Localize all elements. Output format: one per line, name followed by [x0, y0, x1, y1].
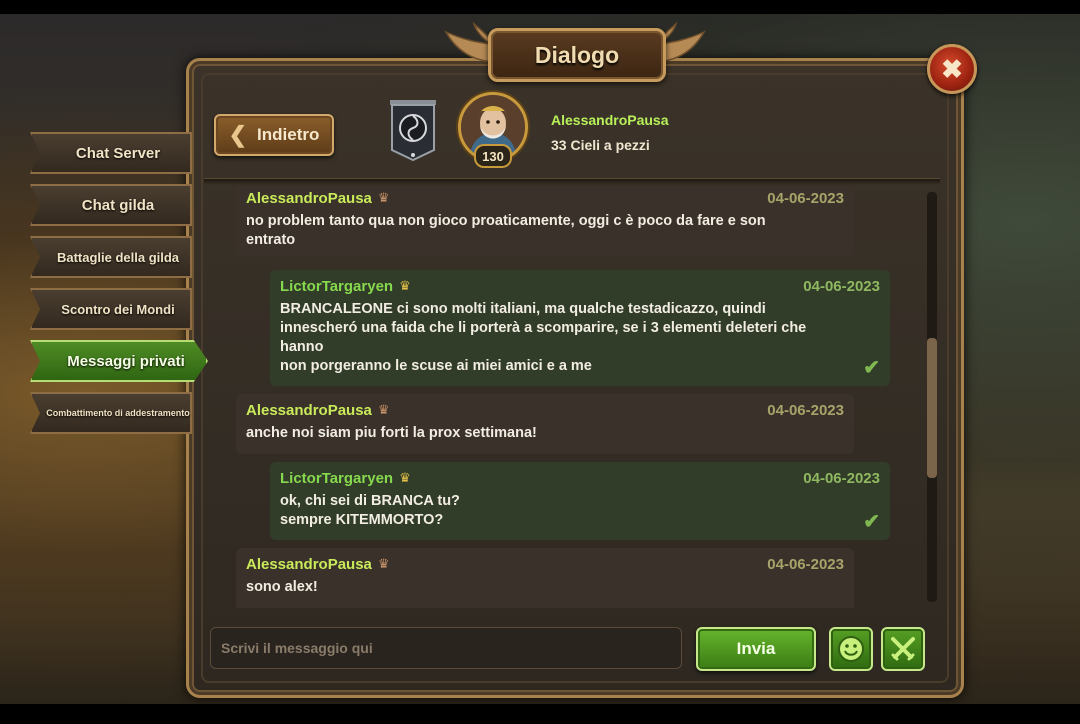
dialog-title: Dialogo — [534, 41, 620, 68]
send-button-label: Invia — [736, 639, 776, 658]
message-text: sono alex! — [246, 579, 318, 595]
tab-chat-server[interactable]: Chat Server — [30, 132, 192, 174]
checkmark-read-icon: ✔ — [863, 511, 880, 533]
tab-battaglie-della-gilda[interactable]: Battaglie della gilda — [30, 236, 192, 278]
message-date: 04-06-2023 — [767, 556, 844, 573]
message-text: no problem tanto qua non gioco proaticam… — [246, 213, 766, 248]
message-date: 04-06-2023 — [803, 470, 880, 487]
message-list[interactable]: AlessandroPausa ♛ 04-06-2023 no problem t… — [200, 186, 922, 608]
emoji-button[interactable] — [829, 627, 873, 671]
tab-label: Battaglie della gilda — [56, 249, 180, 265]
message-author[interactable]: LictorTargaryen — [280, 470, 393, 487]
tab-label: Chat Server — [75, 144, 161, 162]
message-item: AlessandroPausa ♛ 04-06-2023 anche noi si… — [236, 394, 854, 454]
message-item: AlessandroPausa ♛ 04-06-2023 no problem t… — [236, 186, 854, 256]
guild-banner-icon — [390, 100, 436, 162]
crown-icon: ♛ — [399, 278, 411, 293]
crown-icon: ♛ — [399, 470, 411, 485]
crown-icon: ♛ — [377, 190, 390, 205]
send-button[interactable]: Invia — [696, 627, 816, 671]
crossed-swords-icon — [891, 637, 915, 661]
tab-label: Combattimento di addestramento — [46, 408, 190, 418]
crown-icon: ♛ — [377, 556, 390, 571]
crown-icon: ♛ — [377, 402, 390, 417]
message-item: LictorTargaryen ♛ 04-06-2023 ok, chi sei … — [270, 462, 890, 540]
player-guild-name: 33 Cieli a pezzi — [551, 137, 650, 153]
close-button[interactable]: ✖ — [927, 44, 977, 94]
player-name[interactable]: AlessandroPausa — [551, 112, 669, 128]
tab-combattimento-di-addestramento[interactable]: Combattimento di addestramento — [30, 392, 192, 434]
message-item: AlessandroPausa ♛ 04-06-2023 sono alex! — [236, 548, 854, 608]
battle-share-button[interactable] — [881, 627, 925, 671]
message-item: LictorTargaryen ♛ 04-06-2023 BRANCALEONE … — [270, 270, 890, 386]
message-text: ok, chi sei di BRANCA tu? sempre KITEMMO… — [280, 493, 460, 528]
message-author[interactable]: AlessandroPausa — [246, 402, 372, 419]
tab-scontro-dei-mondi[interactable]: Scontro dei Mondi — [30, 288, 192, 330]
smiley-icon — [838, 636, 864, 662]
message-author[interactable]: LictorTargaryen — [280, 278, 393, 295]
chevron-left-icon: ❮ — [228, 122, 248, 147]
tab-label: Messaggi privati — [67, 352, 185, 370]
message-text: BRANCALEONE ci sono molti italiani, ma q… — [280, 301, 807, 374]
back-button[interactable]: ❮ Indietro — [214, 114, 334, 156]
message-author[interactable]: AlessandroPausa — [246, 556, 372, 573]
tab-chat-gilda[interactable]: Chat gilda — [30, 184, 192, 226]
player-level-badge: 130 — [474, 144, 512, 168]
title-plaque: Dialogo — [488, 28, 666, 82]
checkmark-read-icon: ✔ — [863, 357, 880, 379]
message-date: 04-06-2023 — [767, 190, 844, 207]
tab-label: Scontro dei Mondi — [61, 301, 175, 317]
message-date: 04-06-2023 — [803, 278, 880, 295]
tab-label: Chat gilda — [81, 196, 155, 214]
tab-messaggi-privati[interactable]: Messaggi privati — [30, 340, 208, 382]
close-icon: ✖ — [941, 53, 963, 84]
message-date: 04-06-2023 — [767, 402, 844, 419]
message-author[interactable]: AlessandroPausa — [246, 190, 372, 207]
scrollbar-thumb[interactable] — [927, 338, 937, 478]
message-text: anche noi siam piu forti la prox settima… — [246, 425, 537, 441]
back-button-label: Indietro — [257, 125, 320, 144]
header-divider — [204, 178, 940, 185]
message-input[interactable] — [210, 627, 682, 669]
